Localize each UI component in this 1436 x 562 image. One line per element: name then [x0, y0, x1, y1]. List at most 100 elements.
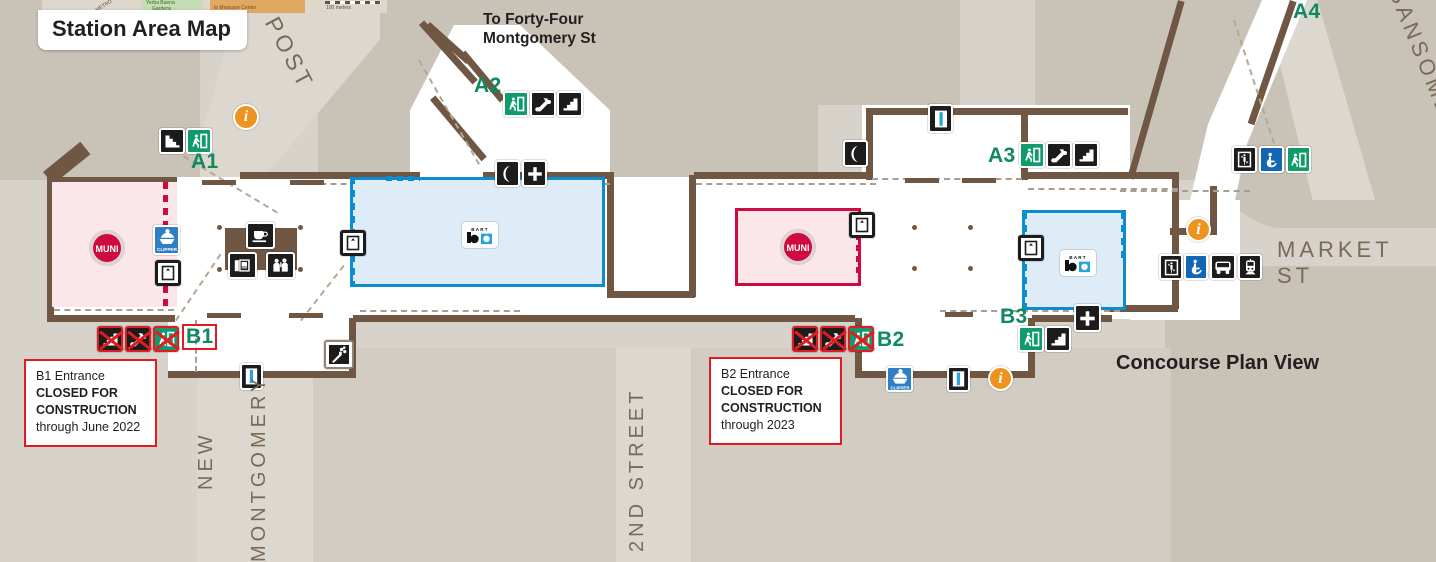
escalator-icon-closed[interactable] — [820, 326, 846, 352]
stairs-icon-closed[interactable] — [97, 326, 123, 352]
property-line-west-lower — [54, 309, 174, 311]
column-dot — [912, 225, 917, 230]
info-icon[interactable]: i — [233, 104, 259, 130]
entrance-label-a3: A3 — [988, 144, 1016, 167]
wall-north-a3-top — [866, 108, 1128, 115]
wall-mid-jog-up — [689, 175, 696, 297]
bart-logo-east: BART — [1060, 250, 1096, 276]
light-rail-icon[interactable] — [1238, 254, 1262, 280]
svg-text:CLIPPER: CLIPPER — [157, 247, 178, 252]
svg-text:BART: BART — [471, 227, 489, 232]
accessible-icon[interactable] — [1184, 254, 1208, 280]
elevator-icon[interactable] — [155, 260, 181, 286]
notice-line-2: CLOSED FOR — [36, 386, 118, 400]
exit-icon[interactable] — [1286, 146, 1311, 173]
wall-mid-south-jog — [607, 291, 695, 298]
retail-shop-icon[interactable] — [266, 252, 295, 279]
faregate-stub — [290, 180, 324, 185]
property-line-market — [1120, 190, 1250, 192]
street-label-new: NEW — [195, 431, 217, 490]
elevator-icon[interactable] — [1159, 254, 1183, 280]
elevator-icon[interactable] — [1232, 146, 1257, 173]
street-label-market: MARKET ST — [1277, 237, 1393, 288]
info-icon[interactable]: i — [1186, 217, 1211, 242]
closure-notice-b2: B2 Entrance CLOSED FOR CONSTRUCTION thro… — [709, 357, 842, 445]
notice-line-1: B2 Entrance — [721, 367, 790, 381]
faregate-stub — [945, 312, 973, 317]
plan-view-label: Concourse Plan View — [1116, 352, 1320, 374]
stairs-icon[interactable] — [1045, 326, 1071, 352]
bart-logo-center: BART — [462, 222, 498, 248]
street-label-montgomery: MONTGOMERY — [248, 374, 270, 562]
wall-north-mid2 — [607, 172, 614, 297]
entrance-label-a1: A1 — [191, 150, 219, 173]
stairs-icon-closed[interactable] — [792, 326, 818, 352]
telephone-icon[interactable] — [843, 140, 868, 167]
exit-icon-closed[interactable] — [153, 326, 179, 352]
station-map-canvas: MUNI BART MUNI BART CLIPPER CLIPPER i i … — [0, 0, 1436, 562]
escalator-icon[interactable] — [530, 91, 556, 117]
faregate-stub — [289, 313, 323, 318]
city-block-north-mid — [620, 0, 960, 105]
column-dot — [298, 267, 303, 272]
property-line-a3 — [872, 178, 1022, 180]
escalator-icon-closed[interactable] — [125, 326, 151, 352]
station-area-map-title-plaque[interactable]: Station Area Map — [38, 10, 247, 50]
faregate-stub — [207, 313, 241, 318]
faregate-stub — [202, 180, 236, 185]
closure-notice-b1: B1 Entrance CLOSED FOR CONSTRUCTION thro… — [24, 359, 157, 447]
stairs-icon[interactable] — [1073, 142, 1099, 168]
svg-text:MUNI: MUNI — [96, 244, 119, 254]
escalator-icon[interactable] — [1046, 142, 1072, 168]
wall-south-central — [353, 315, 855, 322]
column-dot — [217, 225, 222, 230]
elevator-icon[interactable] — [340, 230, 366, 256]
ticket-machine-icon[interactable] — [947, 366, 970, 392]
clipper-icon[interactable]: CLIPPER — [886, 366, 913, 392]
column-dot — [968, 266, 973, 271]
column-dot — [298, 225, 303, 230]
newsstand-icon[interactable] — [228, 252, 257, 279]
inset-label-scale: 100 meters — [326, 5, 352, 11]
column-dot — [968, 225, 973, 230]
direction-label-forty-four-montgomery: To Forty-Four Montgomery St — [483, 11, 596, 47]
notice-line-4: through June 2022 — [36, 420, 141, 434]
elevator-icon[interactable] — [849, 212, 875, 238]
svg-text:MUNI: MUNI — [787, 243, 810, 253]
entrance-label-a2: A2 — [474, 74, 502, 97]
ticket-machine-icon[interactable] — [928, 104, 953, 133]
first-aid-icon[interactable] — [1074, 304, 1101, 332]
cafe-icon[interactable] — [246, 222, 275, 249]
elevator-icon[interactable] — [1018, 235, 1044, 261]
property-line-center-east — [696, 183, 876, 185]
notice-line-3: CONSTRUCTION — [36, 403, 137, 417]
exit-icon[interactable] — [1018, 326, 1044, 352]
wall-east-upper — [1024, 172, 1179, 179]
notice-line-3: CONSTRUCTION — [721, 401, 822, 415]
stairs-icon[interactable] — [557, 91, 583, 117]
entrance-label-a4: A4 — [1293, 0, 1321, 23]
info-icon[interactable]: i — [988, 366, 1013, 391]
first-aid-icon[interactable] — [522, 160, 547, 187]
notice-line-4: through 2023 — [721, 418, 795, 432]
exit-icon-closed[interactable] — [848, 326, 874, 352]
exit-icon[interactable] — [503, 91, 529, 117]
telephone-icon[interactable] — [495, 160, 520, 187]
city-block-south-central — [313, 348, 616, 562]
entrance-label-b2: B2 — [877, 328, 905, 351]
bus-icon[interactable] — [1210, 254, 1236, 280]
accessible-icon[interactable] — [1259, 146, 1284, 173]
wall-east-vertical — [1172, 177, 1179, 309]
muni-faregate-line-east — [856, 234, 861, 276]
stairs-down-icon[interactable] — [159, 128, 185, 154]
column-dot — [912, 266, 917, 271]
faregate-stub — [962, 178, 996, 183]
exit-icon[interactable] — [1019, 142, 1045, 168]
wall-market-step — [1210, 186, 1217, 228]
bart-faregate-line-center-top — [386, 176, 420, 181]
property-line-south-center — [360, 310, 520, 312]
muni-roundel-logo-west: MUNI — [90, 231, 124, 265]
wall-north-east-run — [694, 172, 870, 179]
clipper-icon[interactable]: CLIPPER — [153, 225, 180, 255]
florist-icon[interactable] — [324, 340, 354, 369]
